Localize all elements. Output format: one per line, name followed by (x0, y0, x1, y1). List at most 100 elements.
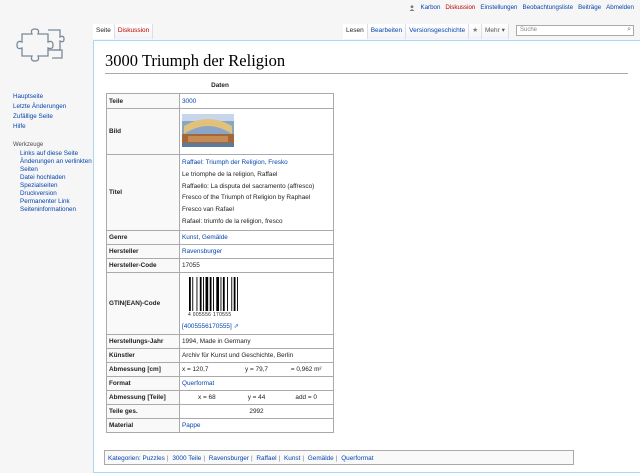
table-row: Genre Kunst, Gemälde (106, 229, 334, 245)
table-row: Bild (106, 108, 334, 155)
row-label: Abmessung [Teile] (106, 389, 180, 405)
external-link-icon: ⇗ (233, 322, 239, 330)
watch-star-icon[interactable]: ★ (469, 24, 483, 39)
row-label: Herstellungs-Jahr (106, 333, 180, 349)
pieces-link[interactable]: 3000 (179, 93, 334, 109)
table-row: Hersteller Ravensburger (106, 243, 334, 259)
year-value: 1994, Made in Germany (179, 333, 334, 349)
nav-recent-changes[interactable]: Letzte Änderungen (13, 102, 93, 112)
nav-help[interactable]: Hilfe (13, 122, 93, 132)
table-row: Format Querformat (106, 375, 334, 391)
table-row: Herstellungs-Jahr 1994, Made in Germany (106, 333, 334, 349)
divider: | (278, 455, 281, 462)
table-row: Abmessung [cm] x = 120,7 y = 79,7 = 0,96… (106, 361, 334, 377)
table-row: Teile 3000 (106, 93, 334, 109)
tool-permalink[interactable]: Permanenter Link (20, 198, 93, 206)
raffael-link[interactable]: Raffael: Triumph der Religion, Fresko (182, 159, 288, 166)
tab-read[interactable]: Lesen (343, 24, 368, 39)
table-row: Künstler Archiv für Kunst und Geschichte… (106, 347, 334, 363)
tool-special-pages[interactable]: Spezialseiten (20, 182, 93, 190)
tool-upload[interactable]: Datei hochladen (20, 174, 93, 182)
divider: | (250, 455, 253, 462)
material-link[interactable]: Pappe (179, 417, 334, 433)
nav-random-page[interactable]: Zufällige Seite (13, 112, 93, 122)
title-line: Fresco van Rafael (182, 206, 234, 214)
watchlist-link[interactable]: Beobachtungsliste (523, 4, 574, 11)
pieces-x: x = 68 (198, 393, 216, 401)
row-label: Teile (106, 93, 180, 109)
dim-area: = 0,962 m² (290, 365, 322, 373)
table-row: Titel Raffael: Triumph der Religion, Fre… (106, 154, 334, 231)
category-link[interactable]: Querformat (341, 455, 373, 462)
manufacturer-link[interactable]: Ravensburger (179, 243, 334, 259)
preferences-link[interactable]: Einstellungen (480, 4, 517, 11)
table-row: Hersteller-Code 17055 (106, 257, 334, 273)
tab-history[interactable]: Versionsgeschichte (406, 24, 470, 39)
row-label: Genre (106, 229, 180, 245)
category-link[interactable]: Gemälde (308, 455, 334, 462)
user-icon (410, 4, 415, 11)
title-line: Raffaello: La disputa del sacramento (af… (182, 182, 315, 190)
tab-page[interactable]: Seite (93, 24, 115, 39)
namespace-tabs: Seite Diskussion (93, 24, 154, 39)
title-line: Rafael: triumfo de la religion, fresco (182, 217, 283, 225)
divider: | (302, 455, 305, 462)
barcode-image (189, 276, 238, 311)
category-link[interactable]: Raffael (256, 455, 276, 462)
row-label: Material (106, 417, 180, 433)
category-link[interactable]: 3000 Teile (172, 455, 201, 462)
pieces-total: 2992 (179, 403, 334, 419)
dim-y: y = 79,7 (245, 365, 268, 373)
artist-value: Archiv für Kunst und Geschichte, Berlin (179, 347, 334, 363)
category-link[interactable]: Kunst (284, 455, 300, 462)
tool-whatlinkshere[interactable]: Links auf diese Seite (20, 150, 93, 158)
infobox-table: Teile 3000 Bild Titel Raffael: Triumph d… (106, 93, 334, 433)
row-label: Teile ges. (106, 403, 180, 419)
user-link[interactable]: Karbon (420, 4, 440, 11)
personal-toolbar: Karbon Diskussion Einstellungen Beobacht… (409, 4, 634, 11)
nav-main-page[interactable]: Hauptseite (13, 92, 93, 102)
gtin-link[interactable]: [4005556170555] (182, 323, 232, 330)
row-label: GTIN(EAN)-Code (106, 271, 180, 335)
content-area: 3000 Triumph der Religion Daten Teile 30… (93, 40, 640, 473)
divider: | (203, 455, 206, 462)
row-label: Titel (106, 154, 180, 231)
page-title: 3000 Triumph der Religion (105, 51, 628, 74)
pieces-add: add = 0 (295, 393, 317, 401)
title-line: Fresco of the Triumph of Religion by Rap… (182, 194, 311, 202)
puzzle-logo[interactable] (16, 22, 72, 66)
genre-link[interactable]: Kunst, Gemälde (179, 229, 334, 245)
manufacturer-code: 17055 (179, 257, 334, 273)
category-link[interactable]: Puzzles (142, 455, 164, 462)
dim-x: x = 120,7 (182, 365, 209, 373)
table-row: Material Pappe (106, 417, 334, 433)
table-row: Teile ges. 2992 (106, 403, 334, 419)
more-label: Mehr (485, 27, 500, 34)
logout-link[interactable]: Abmelden (606, 4, 634, 11)
more-menu[interactable]: Mehr ▾ (482, 24, 509, 39)
tool-related-changes[interactable]: Änderungen an verlinkten Seiten (20, 158, 93, 174)
row-label: Hersteller (106, 243, 180, 259)
category-bar: Kategorien: Puzzles | 3000 Teile | Ravensb… (104, 450, 574, 465)
tab-edit[interactable]: Bearbeiten (367, 24, 407, 39)
tool-print[interactable]: Druckversion (20, 190, 93, 198)
divider: | (335, 455, 338, 462)
tool-page-info[interactable]: Seiteninformationen (20, 206, 93, 214)
puzzle-box-image[interactable] (182, 114, 234, 147)
tools-heading: Werkzeuge (13, 142, 44, 148)
divider: | (166, 455, 169, 462)
search-icon[interactable]: ⌕ (627, 26, 631, 34)
row-label: Format (106, 375, 180, 391)
contributions-link[interactable]: Beiträge (578, 4, 601, 11)
row-label: Künstler (106, 347, 180, 363)
tab-discussion[interactable]: Diskussion (114, 24, 154, 39)
row-label: Hersteller-Code (106, 257, 180, 273)
personal-talk-link[interactable]: Diskussion (445, 4, 475, 11)
category-link[interactable]: Ravensburger (209, 455, 249, 462)
search-input[interactable]: Suche ⌕ (516, 25, 634, 36)
table-row: GTIN(EAN)-Code 4 005556 170555 [40055561… (106, 271, 334, 335)
search-placeholder: Suche (520, 27, 538, 33)
categories-label[interactable]: Kategorien: (108, 455, 141, 462)
format-link[interactable]: Querformat (179, 375, 334, 391)
row-label: Bild (106, 108, 180, 155)
